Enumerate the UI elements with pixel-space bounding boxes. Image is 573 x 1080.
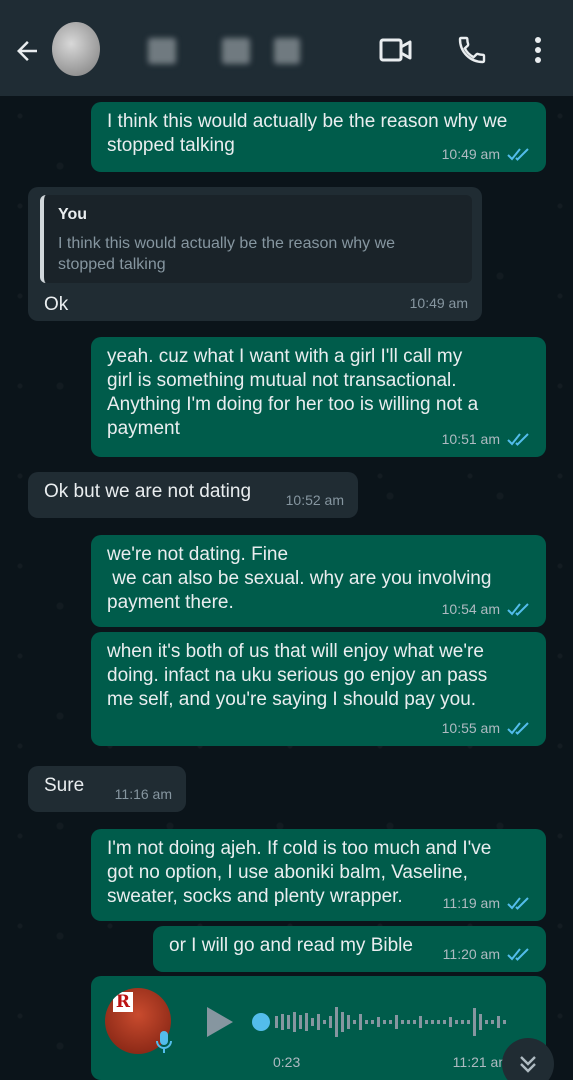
outgoing-message[interactable]: we're not dating. Fine we can also be se… (91, 535, 546, 627)
message-meta: 10:51 am (442, 427, 532, 451)
read-ticks-icon (507, 433, 529, 446)
contact-name-blurred[interactable] (274, 38, 300, 64)
video-camera-icon[interactable] (378, 34, 414, 66)
message-time: 10:55 am (441, 720, 500, 736)
voice-duration: 0:23 (273, 1054, 301, 1070)
message-meta: 10:55 am (442, 716, 532, 740)
message-meta: 11:19 am (443, 891, 532, 915)
message-time: 10:49 am (409, 295, 468, 311)
outgoing-message[interactable]: I think this would actually be the reaso… (91, 102, 546, 172)
contact-avatar[interactable] (52, 22, 100, 76)
read-ticks-icon (507, 722, 529, 735)
play-icon[interactable] (201, 1004, 237, 1040)
message-time: 10:49 am (441, 146, 500, 162)
audio-waveform[interactable] (247, 1002, 517, 1042)
outgoing-message[interactable]: yeah. cuz what I want with a girl I'll c… (91, 337, 546, 457)
message-meta: 11:16 am (115, 782, 172, 806)
double-chevron-down-icon (520, 1056, 536, 1073)
message-time: 11:16 am (114, 786, 172, 802)
more-vertical-icon[interactable] (520, 34, 556, 66)
incoming-message[interactable]: You I think this would actually be the r… (28, 187, 482, 321)
message-text: Ok (44, 294, 69, 315)
contact-name-blurred[interactable] (222, 38, 250, 64)
read-ticks-icon (507, 603, 529, 616)
message-time: 11:20 am (442, 946, 500, 962)
read-ticks-icon (507, 897, 529, 910)
thumbnail-logo-letter: R (113, 992, 133, 1012)
quoted-text: I think this would actually be the reaso… (58, 235, 396, 273)
message-time: 10:51 am (441, 431, 500, 447)
read-ticks-icon (507, 148, 529, 161)
quoted-author: You (58, 206, 88, 223)
quoted-message[interactable]: You I think this would actually be the r… (40, 195, 472, 283)
chat-header (0, 0, 573, 96)
incoming-message[interactable]: Ok but we are not dating 10:52 am (28, 472, 358, 518)
message-time: 10:52 am (285, 492, 344, 508)
contact-name-blurred[interactable] (148, 38, 176, 64)
outgoing-message[interactable]: or I will go and read my Bible 11:20 am (153, 926, 546, 972)
read-ticks-icon (507, 948, 529, 961)
outgoing-message[interactable]: when it's both of us that will enjoy wha… (91, 632, 546, 746)
phone-icon[interactable] (454, 34, 490, 66)
incoming-message[interactable]: Sure 11:16 am (28, 766, 186, 812)
message-meta: 10:54 am (442, 597, 532, 621)
message-time: 11:19 am (442, 895, 500, 911)
voice-message[interactable]: R 0:23 11:21 am (91, 976, 546, 1080)
message-meta: 10:49 am (442, 142, 532, 166)
message-time: 10:54 am (441, 601, 500, 617)
arrow-left-icon[interactable] (12, 36, 42, 66)
microphone-icon (156, 1031, 172, 1053)
message-text: when it's both of us that will enjoy wha… (107, 641, 488, 710)
message-meta: 10:49 am (410, 291, 468, 315)
message-meta: 10:52 am (286, 488, 344, 512)
outgoing-message[interactable]: I'm not doing ajeh. If cold is too much … (91, 829, 546, 921)
message-meta: 11:20 am (443, 942, 532, 966)
